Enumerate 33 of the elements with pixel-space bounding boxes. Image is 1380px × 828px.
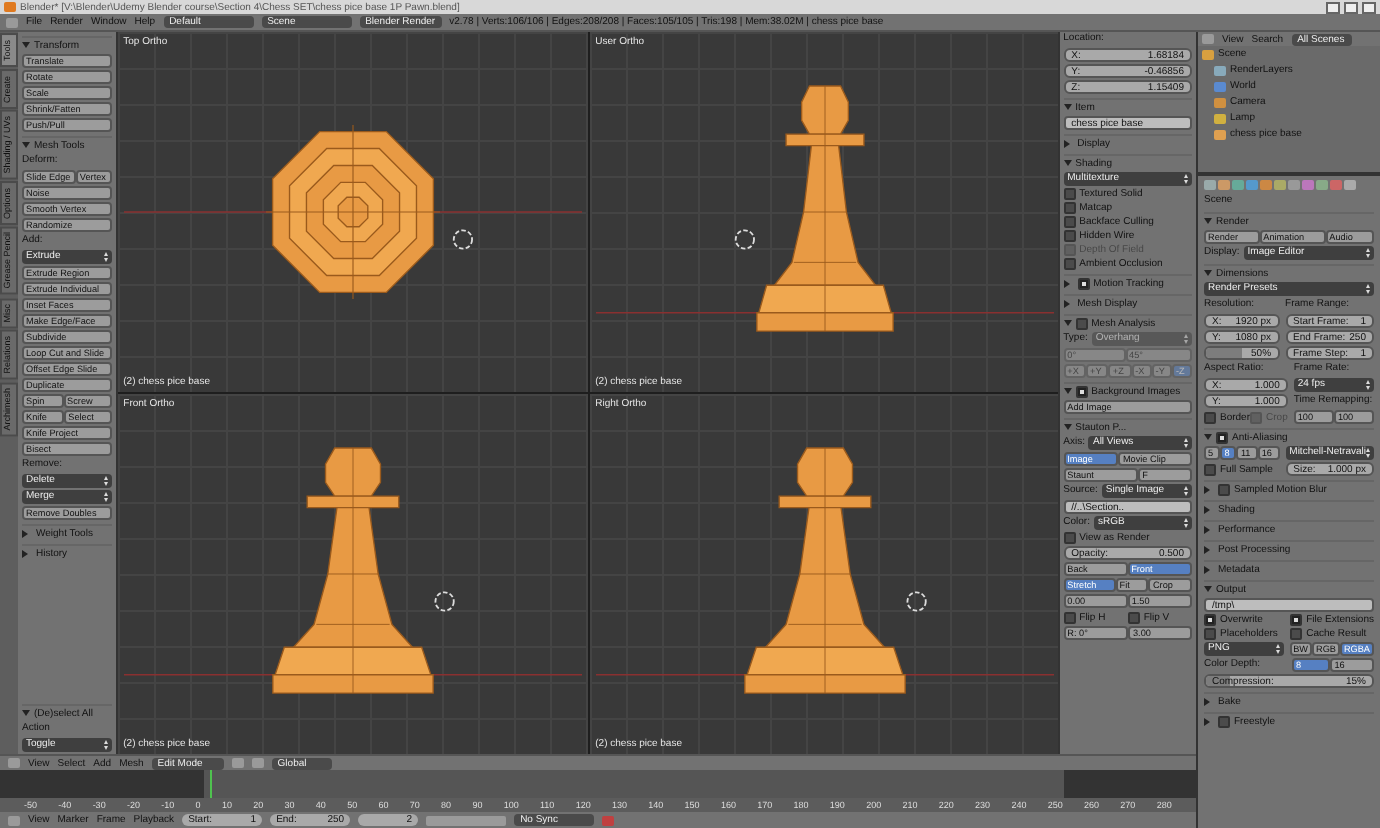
checkbox-box[interactable] [1218,715,1230,727]
3d-cursor-icon [433,591,454,612]
dropdown-arrows-icon [1184,334,1188,344]
maximize-icon[interactable] [1344,1,1358,13]
checkbox-box[interactable] [1075,385,1088,397]
checkbox-box[interactable] [1077,277,1090,289]
editor-type-icon[interactable] [8,758,20,768]
dropdown-arrows-icon [1184,486,1188,496]
dropdown-arrows-icon [1184,518,1188,528]
dropdown-arrows-icon [1275,644,1280,654]
editor-type-icon[interactable] [6,17,18,27]
dropdown-arrows-icon [1366,448,1370,458]
dropdown-arrows-icon [103,476,108,486]
checkbox-box[interactable] [1216,431,1228,443]
3d-cursor-icon [452,229,473,250]
dropdown-arrows-icon [1366,248,1370,258]
editor-type-icon[interactable] [8,815,20,825]
3d-cursor-icon [734,229,755,250]
checkbox-box[interactable] [1075,317,1088,329]
dropdown-arrows-icon [103,740,108,750]
minimize-icon[interactable] [1326,1,1340,13]
dropdown-arrows-icon [1184,438,1188,448]
dropdown-arrows-icon [1184,174,1188,184]
close-icon[interactable] [1362,1,1376,13]
dropdown-arrows-icon [1366,380,1370,390]
dropdown-arrows-icon [103,252,108,262]
editor-type-icon[interactable] [1202,34,1214,44]
app-icon [4,2,16,12]
checkbox-box[interactable] [1218,483,1230,495]
record-icon[interactable] [602,815,615,825]
dropdown-arrows-icon [103,492,108,502]
3d-cursor-icon [905,591,926,612]
dropdown-arrows-icon [1366,284,1370,294]
